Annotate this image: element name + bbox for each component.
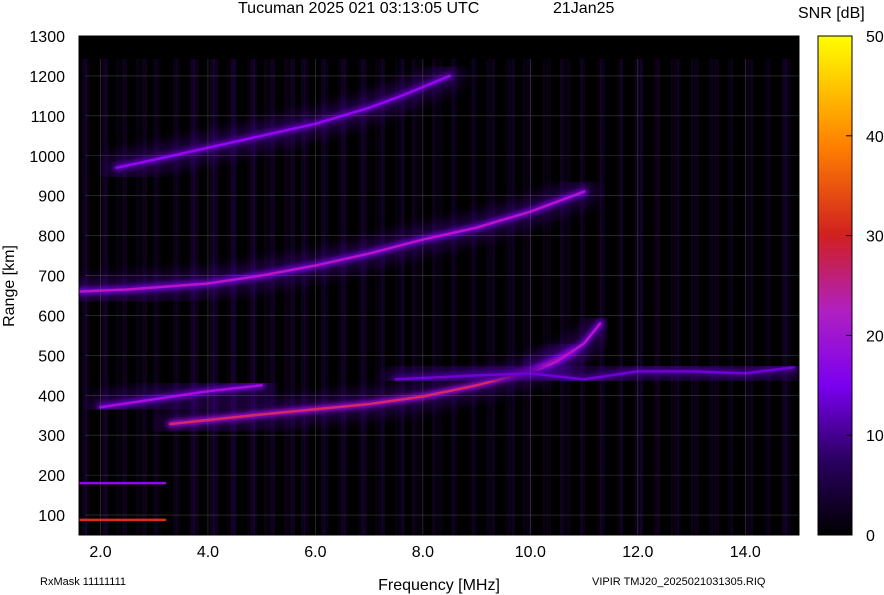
- noise-column: [751, 59, 753, 535]
- noise-column: [711, 59, 713, 535]
- noise-column: [401, 59, 405, 535]
- noise-column: [452, 59, 455, 535]
- noise-column: [529, 59, 533, 535]
- noise-column: [708, 59, 711, 535]
- noise-column: [671, 59, 673, 535]
- noise-column: [731, 59, 733, 535]
- y-axis-label: Range [km]: [1, 245, 18, 327]
- noise-column: [728, 59, 731, 535]
- y-tick-label: 100: [38, 508, 65, 525]
- noise-column: [691, 59, 693, 535]
- noise-column: [455, 59, 457, 535]
- x-tick-label: 10.0: [515, 544, 546, 561]
- y-tick-label: 600: [38, 308, 65, 325]
- y-tick-label: 400: [38, 388, 65, 405]
- noise-column: [418, 59, 423, 535]
- noise-column: [620, 59, 623, 535]
- noise-column: [216, 59, 219, 535]
- noise-column: [412, 59, 415, 535]
- noise-column: [580, 59, 583, 535]
- x-axis-label: Frequency [MHz]: [378, 577, 500, 594]
- noise-column: [432, 59, 435, 535]
- noise-column: [375, 59, 377, 535]
- noise-column: [694, 59, 699, 535]
- noise-column: [566, 59, 571, 535]
- y-tick-label: 1000: [29, 149, 65, 166]
- colorbar-tick-label: 20: [866, 328, 884, 345]
- noise-column: [546, 59, 551, 535]
- noise-column: [748, 59, 751, 535]
- y-tick-label: 1100: [31, 109, 66, 126]
- noise-column: [657, 59, 661, 535]
- colorbar-tick-label: 10: [866, 428, 884, 445]
- y-tick-label: 200: [38, 468, 65, 485]
- noise-column: [438, 59, 443, 535]
- x-tick-label: 4.0: [197, 544, 219, 561]
- x-tick-label: 14.0: [730, 544, 761, 561]
- x-tick-label: 8.0: [412, 544, 434, 561]
- noise-column: [714, 59, 719, 535]
- colorbar: [817, 35, 853, 536]
- ionogram-chart: 2.0 4.0 6.0 8.0 10.0 12.0 14.01002003004005006…: [1, 29, 884, 594]
- y-tick-label: 300: [38, 428, 65, 445]
- y-tick-label: 1300: [29, 29, 65, 46]
- noise-column: [475, 59, 477, 535]
- noise-column: [344, 59, 347, 535]
- noise-column: [563, 59, 565, 535]
- noise-column: [640, 59, 643, 535]
- x-tick-label: 2.0: [89, 544, 111, 561]
- y-tick-label: 700: [38, 269, 65, 286]
- noise-column: [768, 59, 771, 535]
- colorbar-tick-label: 30: [866, 229, 884, 246]
- y-tick-label: 1200: [29, 69, 65, 86]
- colorbar-tick-label: 40: [866, 129, 884, 146]
- noise-column: [472, 59, 475, 535]
- noise-column: [677, 59, 681, 535]
- x-tick-label: 12.0: [622, 544, 653, 561]
- y-tick-label: 800: [38, 229, 65, 246]
- noise-column: [492, 59, 495, 535]
- colorbar-tick-label: 0: [866, 528, 875, 545]
- colorbar-tick-label: 50: [866, 29, 884, 46]
- y-tick-label: 900: [38, 189, 65, 206]
- noise-column: [512, 59, 515, 535]
- noise-column: [415, 59, 417, 535]
- noise-column: [395, 59, 397, 535]
- x-tick-label: 6.0: [304, 544, 326, 561]
- noise-column: [603, 59, 605, 535]
- y-tick-label: 500: [38, 348, 65, 365]
- noise-column: [583, 59, 585, 535]
- noise-column: [381, 59, 385, 535]
- noise-column: [435, 59, 437, 535]
- noise-column: [788, 59, 791, 535]
- noise-column: [560, 59, 563, 535]
- noise-column: [523, 59, 525, 535]
- noise-column: [543, 59, 545, 535]
- noise-column: [600, 59, 603, 535]
- noise-column: [364, 59, 367, 535]
